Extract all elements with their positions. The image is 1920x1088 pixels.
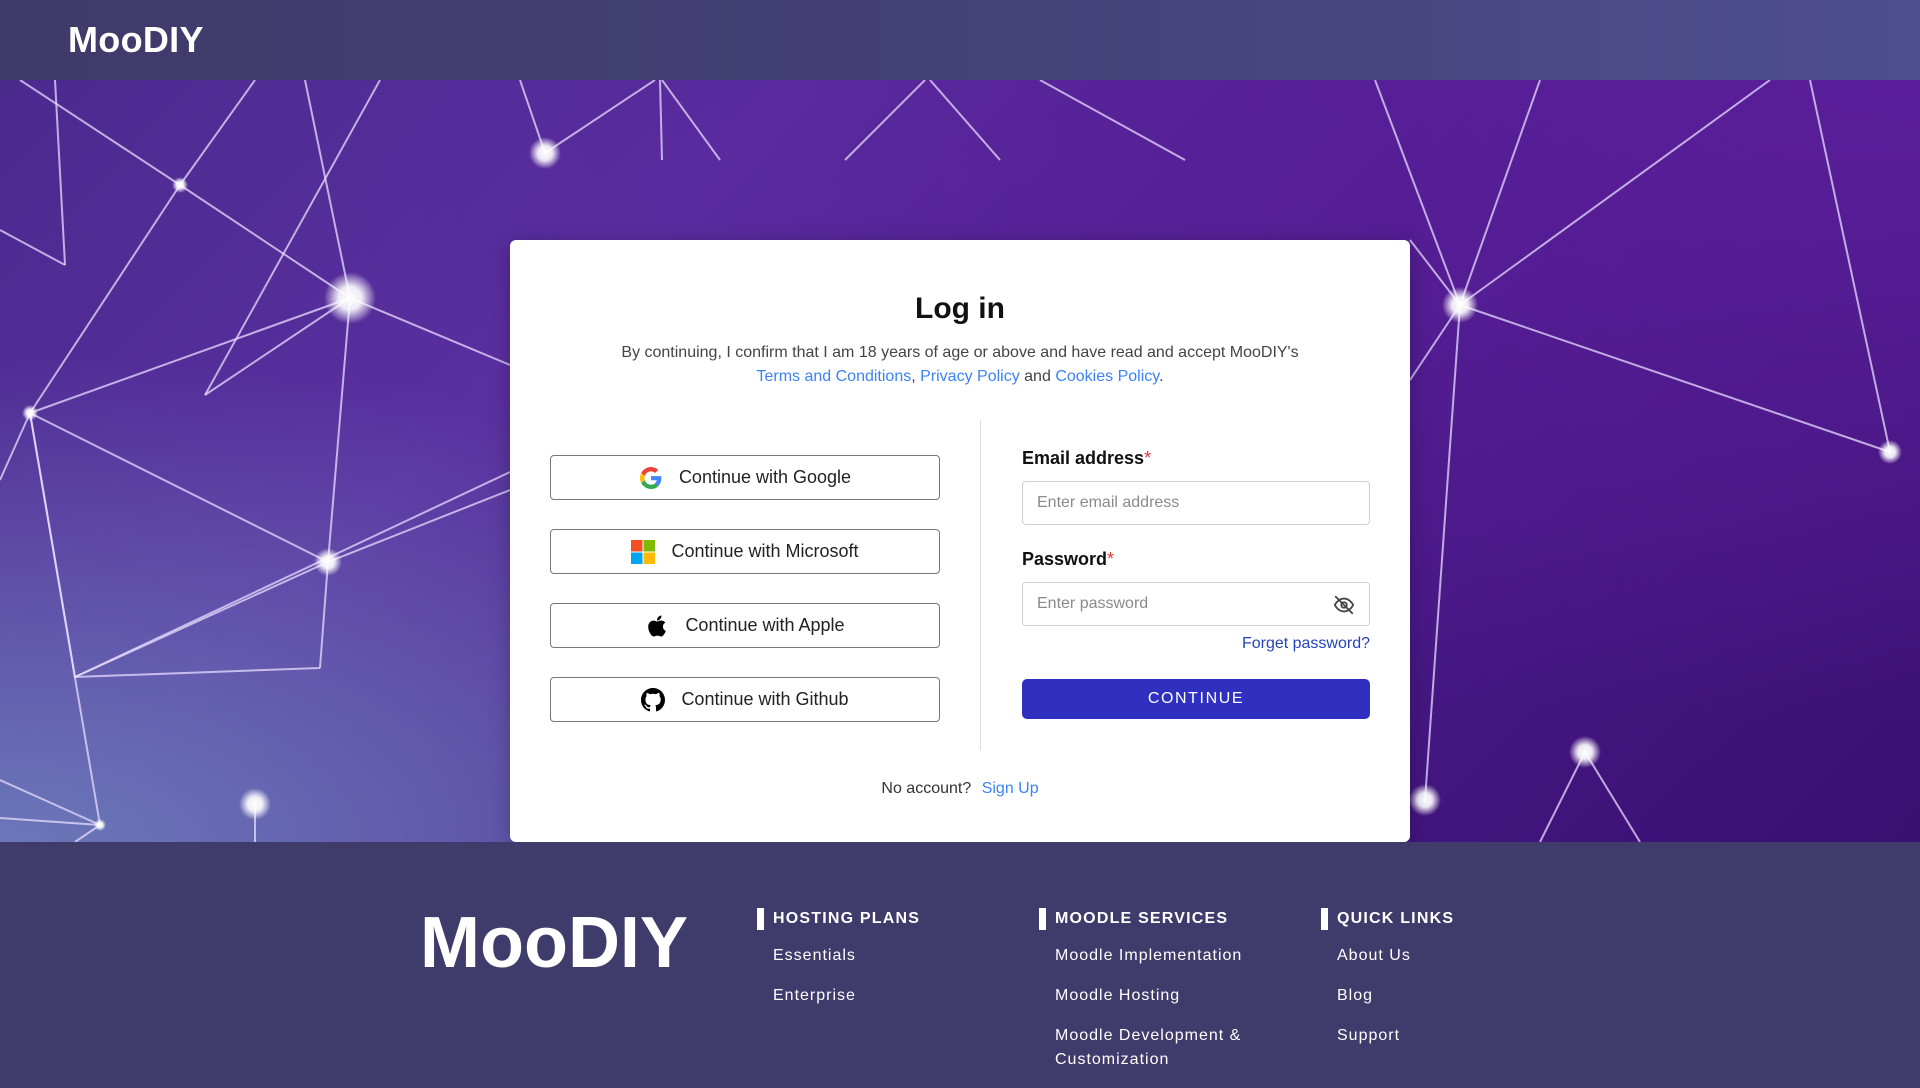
footer-link-moodle-implementation[interactable]: Moodle Implementation — [1055, 947, 1242, 964]
terms-link[interactable]: Terms and Conditions — [756, 368, 911, 385]
top-header: MooDIY — [0, 0, 1920, 80]
cookies-link[interactable]: Cookies Policy — [1055, 368, 1159, 385]
footer-column-hosting-plans: HOSTING PLANS Essentials Enterprise — [757, 908, 920, 1024]
social-login-group: Continue with Google Continue with Micro… — [550, 455, 940, 751]
footer-link-blog[interactable]: Blog — [1337, 987, 1373, 1004]
footer-link-essentials[interactable]: Essentials — [773, 947, 856, 964]
google-login-button[interactable]: Continue with Google — [550, 455, 940, 500]
legal-period: . — [1159, 368, 1164, 385]
brand-logo[interactable]: MooDIY — [68, 19, 204, 61]
microsoft-login-button[interactable]: Continue with Microsoft — [550, 529, 940, 574]
footer-heading-hosting-plans: HOSTING PLANS — [757, 908, 920, 930]
forgot-password-link[interactable]: Forget password? — [1022, 635, 1370, 653]
footer-link-about-us[interactable]: About Us — [1337, 947, 1411, 964]
apple-login-label: Continue with Apple — [685, 615, 845, 635]
login-form: Email address* Password* Forget password… — [1022, 448, 1370, 719]
no-account-text: No account? — [881, 780, 972, 797]
continue-button[interactable]: CONTINUE — [1022, 679, 1370, 719]
email-field-wrapper — [1022, 481, 1370, 525]
signup-link[interactable]: Sign Up — [982, 780, 1039, 797]
footer-link-moodle-development[interactable]: Moodle Development & Customization — [1055, 1027, 1241, 1068]
email-label-text: Email address — [1022, 448, 1145, 468]
email-label: Email address* — [1022, 448, 1370, 469]
login-card: Log in By continuing, I confirm that I a… — [510, 240, 1410, 842]
footer-link-moodle-hosting[interactable]: Moodle Hosting — [1055, 987, 1180, 1004]
google-icon — [639, 466, 663, 490]
legal-notice: By continuing, I confirm that I am 18 ye… — [510, 341, 1410, 389]
footer-link-support[interactable]: Support — [1337, 1027, 1400, 1044]
microsoft-login-label: Continue with Microsoft — [671, 541, 859, 561]
toggle-password-visibility-icon[interactable] — [1333, 594, 1355, 616]
footer-logo: MooDIY — [420, 903, 688, 983]
email-input[interactable] — [1023, 482, 1369, 524]
footer-link-enterprise[interactable]: Enterprise — [773, 987, 856, 1004]
site-footer: MooDIY HOSTING PLANS Essentials Enterpri… — [0, 842, 1920, 1080]
footer-column-quick-links: QUICK LINKS About Us Blog Support — [1321, 908, 1454, 1064]
footer-heading-quick-links: QUICK LINKS — [1321, 908, 1454, 930]
login-title: Log in — [915, 292, 1005, 325]
password-required-mark: * — [1107, 549, 1115, 569]
signup-prompt: No account? Sign Up — [510, 780, 1410, 798]
microsoft-icon — [631, 539, 656, 564]
footer-heading-moodle-services: MOODLE SERVICES — [1039, 908, 1259, 930]
github-login-button[interactable]: Continue with Github — [550, 677, 940, 722]
apple-login-button[interactable]: Continue with Apple — [550, 603, 940, 648]
legal-and: and — [1024, 368, 1051, 385]
password-label: Password* — [1022, 549, 1370, 570]
email-required-mark: * — [1144, 448, 1152, 468]
password-label-text: Password — [1022, 549, 1108, 569]
vertical-divider — [980, 420, 981, 750]
google-login-label: Continue with Google — [678, 467, 852, 487]
apple-icon — [645, 614, 669, 638]
password-input[interactable] — [1023, 583, 1369, 625]
github-login-label: Continue with Github — [681, 689, 849, 709]
legal-comma: , — [911, 368, 916, 385]
hero-background: Log in By continuing, I confirm that I a… — [0, 80, 1920, 842]
password-field-wrapper — [1022, 582, 1370, 626]
github-icon — [641, 687, 666, 712]
privacy-link[interactable]: Privacy Policy — [920, 368, 1020, 385]
legal-text: By continuing, I confirm that I am 18 ye… — [621, 344, 1299, 361]
footer-column-moodle-services: MOODLE SERVICES Moodle Implementation Mo… — [1039, 908, 1259, 1088]
